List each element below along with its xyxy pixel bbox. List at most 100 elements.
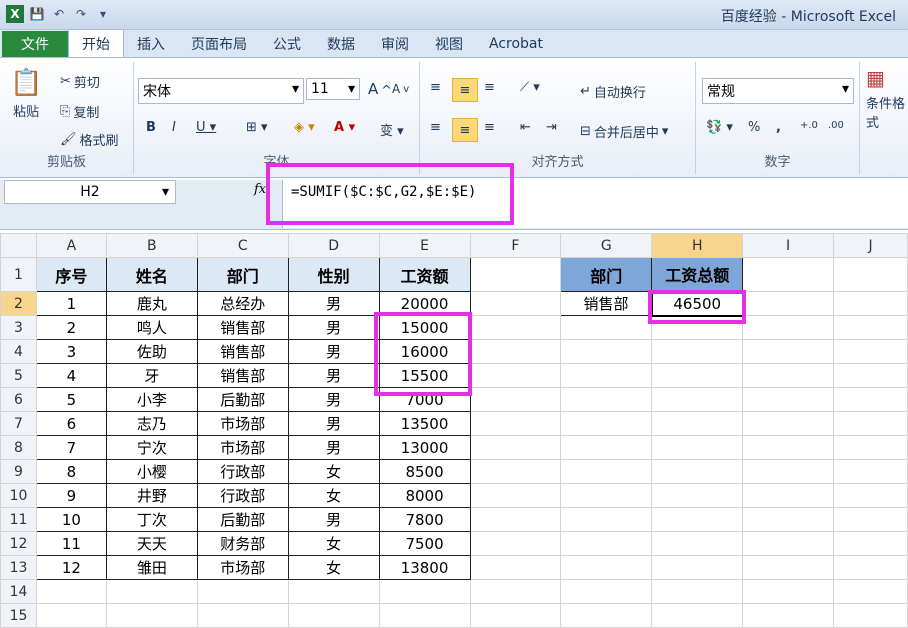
- cell[interactable]: 男: [287, 411, 380, 436]
- cell[interactable]: [742, 257, 835, 292]
- cell[interactable]: 女: [287, 531, 380, 556]
- cell[interactable]: 6: [35, 411, 107, 436]
- comma-button[interactable]: ,: [776, 120, 781, 135]
- cell[interactable]: [742, 483, 835, 508]
- col-header-i[interactable]: I: [742, 233, 835, 258]
- cell[interactable]: 志乃: [105, 411, 198, 436]
- undo-icon[interactable]: ↶: [50, 5, 68, 23]
- cell[interactable]: [469, 483, 562, 508]
- cell[interactable]: [560, 555, 653, 580]
- redo-icon[interactable]: ↷: [72, 5, 90, 23]
- cell[interactable]: [742, 411, 835, 436]
- cell[interactable]: 8: [35, 459, 107, 484]
- cell[interactable]: [651, 315, 744, 340]
- tab-file[interactable]: 文件: [2, 31, 68, 57]
- cell[interactable]: 后勤部: [196, 387, 289, 412]
- cell[interactable]: [651, 603, 744, 628]
- font-color-button[interactable]: A ▾: [334, 120, 355, 135]
- cell[interactable]: [469, 435, 562, 460]
- cell[interactable]: 销售部: [196, 315, 289, 340]
- fx-icon[interactable]: fx: [254, 182, 266, 197]
- cell[interactable]: [469, 257, 562, 292]
- cell[interactable]: 男: [287, 363, 380, 388]
- summary-header-dept[interactable]: 部门: [560, 257, 653, 292]
- cell[interactable]: 20000: [378, 291, 471, 316]
- row-header[interactable]: 2: [0, 291, 37, 316]
- header-cell[interactable]: 工资额: [378, 257, 471, 292]
- cell[interactable]: 13800: [378, 555, 471, 580]
- cell[interactable]: 女: [287, 555, 380, 580]
- cell[interactable]: 丁次: [105, 507, 198, 532]
- cell[interactable]: 鹿丸: [105, 291, 198, 316]
- summary-dept-cell[interactable]: 销售部: [560, 291, 653, 316]
- cell[interactable]: [105, 603, 198, 628]
- cell[interactable]: 市场部: [196, 435, 289, 460]
- tab-view[interactable]: 视图: [422, 31, 476, 57]
- tab-insert[interactable]: 插入: [124, 31, 178, 57]
- cell[interactable]: [651, 363, 744, 388]
- bold-button[interactable]: B: [146, 120, 156, 135]
- cell[interactable]: [742, 531, 835, 556]
- align-top-button[interactable]: ≡: [430, 80, 441, 95]
- cell[interactable]: 天天: [105, 531, 198, 556]
- row-header[interactable]: 7: [0, 411, 37, 436]
- cell[interactable]: 16000: [378, 339, 471, 364]
- cell[interactable]: 男: [287, 291, 380, 316]
- col-header-e[interactable]: E: [378, 233, 471, 258]
- cell[interactable]: 10: [35, 507, 107, 532]
- cell[interactable]: 9: [35, 483, 107, 508]
- cell[interactable]: 7500: [378, 531, 471, 556]
- decrease-decimal-button[interactable]: .00: [828, 120, 844, 131]
- cell[interactable]: [469, 603, 562, 628]
- copy-button[interactable]: ⎘ 复制: [60, 102, 99, 121]
- cell[interactable]: 13500: [378, 411, 471, 436]
- cell[interactable]: 男: [287, 339, 380, 364]
- cell[interactable]: [833, 387, 908, 412]
- cell[interactable]: 总经办: [196, 291, 289, 316]
- cell[interactable]: [651, 339, 744, 364]
- cell[interactable]: [651, 579, 744, 604]
- cell[interactable]: 女: [287, 483, 380, 508]
- paste-button[interactable]: 📋 粘贴: [10, 68, 42, 120]
- cell[interactable]: [196, 579, 289, 604]
- cell[interactable]: [651, 435, 744, 460]
- cell[interactable]: 男: [287, 315, 380, 340]
- cell[interactable]: [833, 315, 908, 340]
- cell[interactable]: [833, 257, 908, 292]
- cell[interactable]: [469, 459, 562, 484]
- cell[interactable]: [560, 363, 653, 388]
- col-header-g[interactable]: G: [560, 233, 653, 258]
- cell[interactable]: [560, 459, 653, 484]
- cell[interactable]: [560, 339, 653, 364]
- align-center-button[interactable]: ≡: [452, 118, 478, 142]
- font-name-select[interactable]: 宋体 ▾: [138, 78, 304, 104]
- cell[interactable]: [560, 435, 653, 460]
- cell[interactable]: 男: [287, 507, 380, 532]
- cell[interactable]: [469, 387, 562, 412]
- col-header-j[interactable]: J: [833, 233, 908, 258]
- cell[interactable]: 雏田: [105, 555, 198, 580]
- cell[interactable]: 后勤部: [196, 507, 289, 532]
- cell[interactable]: [833, 555, 908, 580]
- row-header[interactable]: 6: [0, 387, 37, 412]
- col-header-f[interactable]: F: [469, 233, 562, 258]
- cell[interactable]: 佐助: [105, 339, 198, 364]
- cell[interactable]: 销售部: [196, 363, 289, 388]
- format-painter-button[interactable]: 🖌 格式刷: [60, 130, 119, 149]
- cell[interactable]: [287, 603, 380, 628]
- cut-button[interactable]: ✂ 剪切: [60, 72, 100, 91]
- summary-total-cell[interactable]: 46500: [650, 290, 744, 317]
- increase-decimal-button[interactable]: +.0: [800, 120, 818, 131]
- cell[interactable]: 女: [287, 459, 380, 484]
- customize-icon[interactable]: ▾: [94, 5, 112, 23]
- cell[interactable]: 小樱: [105, 459, 198, 484]
- tab-formulas[interactable]: 公式: [260, 31, 314, 57]
- fill-color-button[interactable]: ◈ ▾: [294, 120, 315, 135]
- cell[interactable]: [742, 315, 835, 340]
- cell[interactable]: 市场部: [196, 411, 289, 436]
- increase-indent-button[interactable]: ⇥: [546, 120, 557, 135]
- cell[interactable]: 12: [35, 555, 107, 580]
- grow-font-button[interactable]: A ^: [368, 80, 392, 98]
- tab-review[interactable]: 审阅: [368, 31, 422, 57]
- conditional-format-button[interactable]: ▦ 条件格式: [866, 66, 908, 131]
